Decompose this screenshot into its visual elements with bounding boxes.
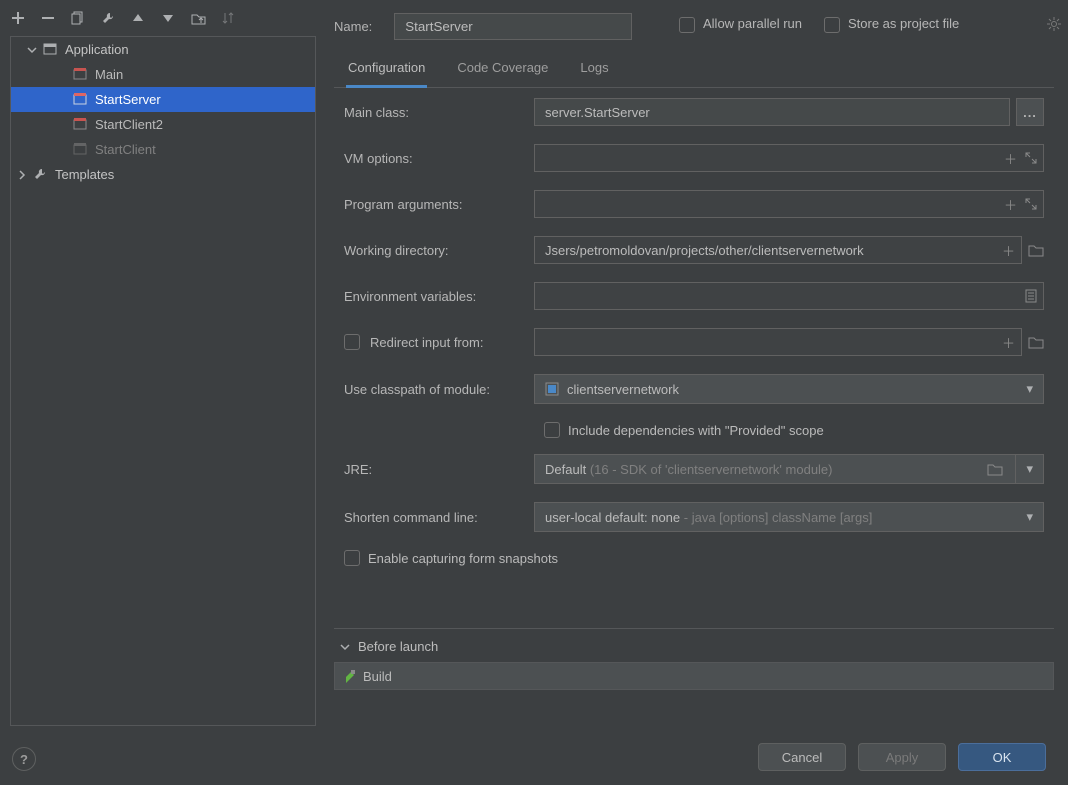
before-launch-item[interactable]: Build <box>335 663 1053 689</box>
tabs: Configuration Code Coverage Logs <box>334 52 1054 88</box>
redirect-checkbox[interactable] <box>344 334 360 350</box>
vm-options-field[interactable]: ＋ <box>534 144 1044 172</box>
tab-logs[interactable]: Logs <box>578 52 610 87</box>
tree-item-label: StartClient2 <box>95 117 163 132</box>
folder-open-icon[interactable] <box>1028 243 1044 257</box>
name-label: Name: <box>334 19 372 34</box>
chevron-down-icon: ▾ <box>1026 509 1033 525</box>
chevron-down-icon: ▾ <box>1015 455 1033 483</box>
main-class-label: Main class: <box>344 105 534 120</box>
tree-item-label: Main <box>95 67 123 82</box>
redirect-label: Redirect input from: <box>344 334 534 350</box>
tree-item-startclient[interactable]: StartClient <box>11 137 315 162</box>
plus-icon[interactable]: ＋ <box>1004 149 1017 168</box>
shorten-label: Shorten command line: <box>344 510 534 525</box>
help-button[interactable]: ? <box>12 747 36 771</box>
copy-icon[interactable] <box>70 10 86 26</box>
expand-icon[interactable] <box>1025 152 1037 164</box>
tree-root-label: Templates <box>55 167 114 182</box>
jre-select[interactable]: Default (16 - SDK of 'clientservernetwor… <box>534 454 1044 484</box>
allow-parallel-checkbox[interactable]: Allow parallel run <box>679 16 802 33</box>
wrench-icon[interactable] <box>100 10 116 26</box>
tab-configuration[interactable]: Configuration <box>346 52 427 88</box>
main-class-field[interactable] <box>534 98 1010 126</box>
before-launch-list[interactable]: Build <box>334 662 1054 690</box>
program-args-label: Program arguments: <box>344 197 534 212</box>
tree-item-startclient2[interactable]: StartClient2 <box>11 112 315 137</box>
tree-root-label: Application <box>65 42 129 57</box>
run-config-icon <box>73 67 89 83</box>
working-dir-field[interactable]: ＋ <box>534 236 1022 264</box>
include-provided-checkbox[interactable]: Include dependencies with "Provided" sco… <box>544 422 824 438</box>
run-config-icon <box>73 117 89 133</box>
env-vars-label: Environment variables: <box>344 289 534 304</box>
plus-icon[interactable]: ＋ <box>1004 195 1017 214</box>
ok-button[interactable]: OK <box>958 743 1046 771</box>
remove-icon[interactable] <box>40 10 56 26</box>
add-icon[interactable] <box>10 10 26 26</box>
cancel-button[interactable]: Cancel <box>758 743 846 771</box>
tree-item-startserver[interactable]: StartServer <box>11 87 315 112</box>
tree-root-templates[interactable]: Templates <box>11 162 315 187</box>
before-launch-header[interactable]: Before launch <box>334 639 1054 654</box>
tree-item-label: StartServer <box>95 92 161 107</box>
application-icon <box>43 42 59 58</box>
name-input[interactable] <box>394 13 632 40</box>
chevron-right-icon <box>17 170 27 180</box>
folder-icon[interactable] <box>190 10 206 26</box>
run-config-icon <box>73 142 89 158</box>
classpath-label: Use classpath of module: <box>344 382 534 397</box>
config-tree[interactable]: Application Main StartServer StartClient… <box>10 36 316 726</box>
vm-options-label: VM options: <box>344 151 534 166</box>
gear-icon[interactable] <box>1046 16 1062 32</box>
chevron-down-icon <box>27 45 37 55</box>
sort-icon[interactable] <box>220 10 236 26</box>
working-dir-label: Working directory: <box>344 243 534 258</box>
main-class-browse-button[interactable]: ... <box>1016 98 1044 126</box>
redirect-field[interactable]: ＋ <box>534 328 1022 356</box>
tree-item-main[interactable]: Main <box>11 62 315 87</box>
plus-icon[interactable]: ＋ <box>1002 333 1015 352</box>
tree-item-label: StartClient <box>95 142 156 157</box>
separator <box>334 628 1054 629</box>
run-config-icon <box>73 92 89 108</box>
chevron-down-icon: ▾ <box>1026 381 1033 397</box>
jre-label: JRE: <box>344 462 534 477</box>
folder-open-icon[interactable] <box>987 462 1003 476</box>
enable-snapshots-checkbox[interactable]: Enable capturing form snapshots <box>344 550 558 566</box>
wrench-icon <box>33 167 49 183</box>
folder-open-icon[interactable] <box>1028 335 1044 349</box>
tab-code-coverage[interactable]: Code Coverage <box>455 52 550 87</box>
hammer-icon <box>343 669 357 683</box>
shorten-select[interactable]: user-local default: none - java [options… <box>534 502 1044 532</box>
apply-button[interactable]: Apply <box>858 743 946 771</box>
classpath-select[interactable]: clientservernetwork ▾ <box>534 374 1044 404</box>
move-up-icon[interactable] <box>130 10 146 26</box>
expand-icon[interactable] <box>1025 198 1037 210</box>
plus-icon[interactable]: ＋ <box>1002 241 1015 260</box>
store-project-checkbox[interactable]: Store as project file <box>824 16 959 33</box>
chevron-down-icon <box>340 642 350 652</box>
program-args-field[interactable]: ＋ <box>534 190 1044 218</box>
tree-root-application[interactable]: Application <box>11 37 315 62</box>
move-down-icon[interactable] <box>160 10 176 26</box>
list-icon[interactable] <box>1025 289 1037 303</box>
env-vars-field[interactable] <box>534 282 1044 310</box>
tree-toolbar <box>10 10 236 26</box>
module-icon <box>545 382 559 396</box>
